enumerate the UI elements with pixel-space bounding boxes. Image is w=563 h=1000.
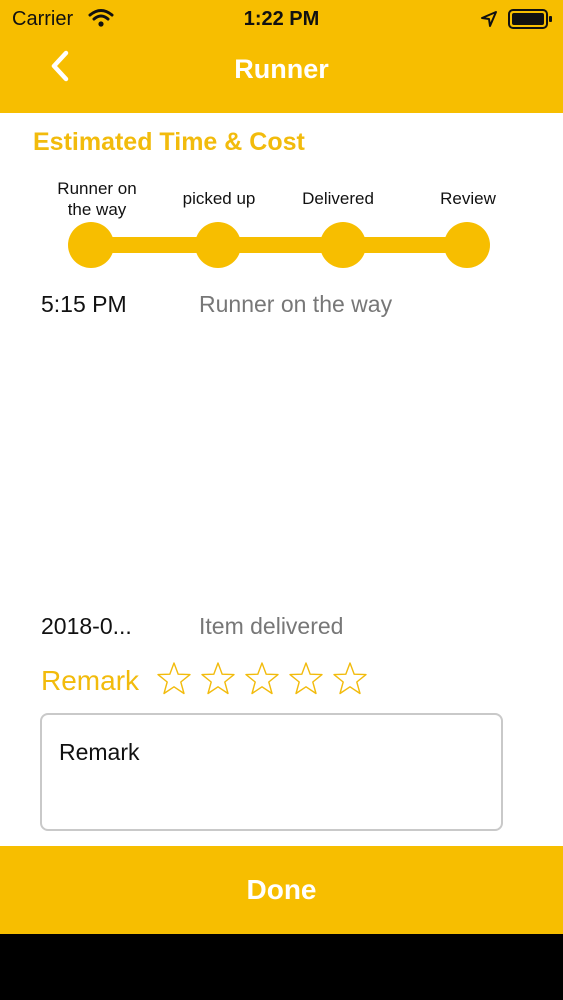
rating-label: Remark	[41, 665, 140, 696]
star-rating	[156, 661, 368, 701]
step-dot-delivered	[320, 222, 366, 268]
star-icon-3[interactable]	[244, 661, 280, 697]
step-label-review: Review	[440, 189, 496, 208]
progress-track	[90, 237, 470, 253]
step-label-picked-up: picked up	[182, 189, 256, 208]
bottom-bar	[0, 934, 563, 1000]
event-text: Item delivered	[199, 613, 344, 639]
section-title: Estimated Time & Cost	[33, 128, 305, 156]
step-label-runner-on-the-way: Runner on the way	[57, 179, 137, 219]
step-dot-picked-up	[195, 222, 241, 268]
header: Carrier 1:22 PM Runner	[0, 0, 563, 113]
battery-icon	[508, 9, 552, 29]
star-icon-4[interactable]	[288, 661, 324, 697]
runner-screen: Carrier 1:22 PM Runner Estimated Time &	[0, 0, 563, 934]
page-title: Runner	[234, 54, 329, 84]
star-icon-1[interactable]	[156, 661, 192, 697]
location-arrow-icon	[481, 11, 497, 27]
step-dot-runner-on-the-way	[68, 222, 114, 268]
star-icon-5[interactable]	[332, 661, 368, 697]
status-time: 1:22 PM	[243, 8, 320, 30]
event-time: 5:15 PM	[41, 291, 127, 317]
step-label-delivered: Delivered	[302, 189, 374, 208]
done-button[interactable]: Done	[0, 846, 563, 934]
status-bar: Carrier 1:22 PM	[0, 0, 563, 40]
event-time: 2018-0...	[41, 613, 132, 639]
event-text: Runner on the way	[199, 291, 393, 317]
remark-placeholder: Remark	[59, 739, 140, 765]
star-icon-2[interactable]	[200, 661, 236, 697]
step-dot-review	[444, 222, 490, 268]
remark-input[interactable]: Remark	[40, 713, 503, 831]
